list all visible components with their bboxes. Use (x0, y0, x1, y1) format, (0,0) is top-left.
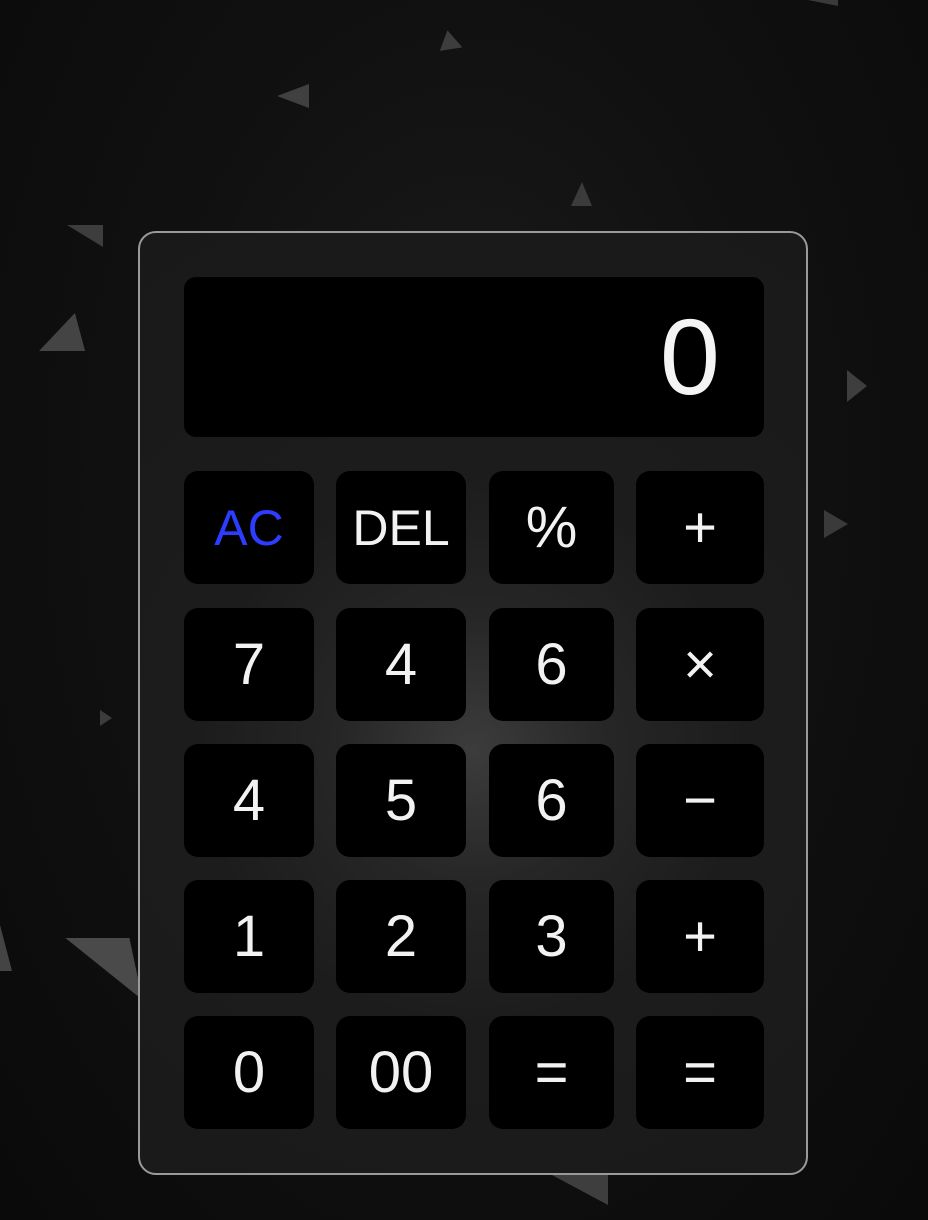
all-clear-button[interactable]: AC (184, 471, 314, 584)
background-shard (808, 0, 838, 6)
digit-3-button[interactable]: 3 (489, 880, 614, 993)
percent-button[interactable]: % (489, 471, 614, 584)
background-shard (552, 1175, 608, 1205)
background-shard (0, 925, 12, 971)
background-shard (439, 30, 467, 58)
add-button-lower[interactable]: + (636, 880, 764, 993)
background-shard (65, 938, 143, 1000)
background-shard (571, 182, 592, 206)
digit-7-button[interactable]: 7 (184, 608, 314, 721)
equals-button-secondary[interactable]: = (636, 1016, 764, 1129)
double-zero-button[interactable]: 00 (336, 1016, 466, 1129)
subtract-button[interactable]: − (636, 744, 764, 857)
multiply-button[interactable]: × (636, 608, 764, 721)
display-value: 0 (659, 296, 720, 417)
digit-6-button[interactable]: 6 (489, 608, 614, 721)
equals-button[interactable]: = (489, 1016, 614, 1129)
background-shard (100, 710, 112, 726)
digit-2-button[interactable]: 2 (336, 880, 466, 993)
digit-6-button[interactable]: 6 (489, 744, 614, 857)
background-shard (67, 225, 103, 247)
add-button[interactable]: + (636, 471, 764, 584)
calculator-display: 0 (184, 277, 764, 437)
calculator-panel: 0 AC DEL % + 7 4 6 × 4 5 6 − 1 2 3 + 0 0… (138, 231, 808, 1175)
delete-button[interactable]: DEL (336, 471, 466, 584)
digit-1-button[interactable]: 1 (184, 880, 314, 993)
background-shard (277, 84, 309, 108)
background-shard (39, 313, 99, 351)
digit-5-button[interactable]: 5 (336, 744, 466, 857)
app-background: 0 AC DEL % + 7 4 6 × 4 5 6 − 1 2 3 + 0 0… (0, 0, 928, 1220)
background-shard (847, 370, 867, 402)
digit-0-button[interactable]: 0 (184, 1016, 314, 1129)
background-shard (824, 510, 848, 538)
digit-4-button[interactable]: 4 (184, 744, 314, 857)
digit-4-button[interactable]: 4 (336, 608, 466, 721)
